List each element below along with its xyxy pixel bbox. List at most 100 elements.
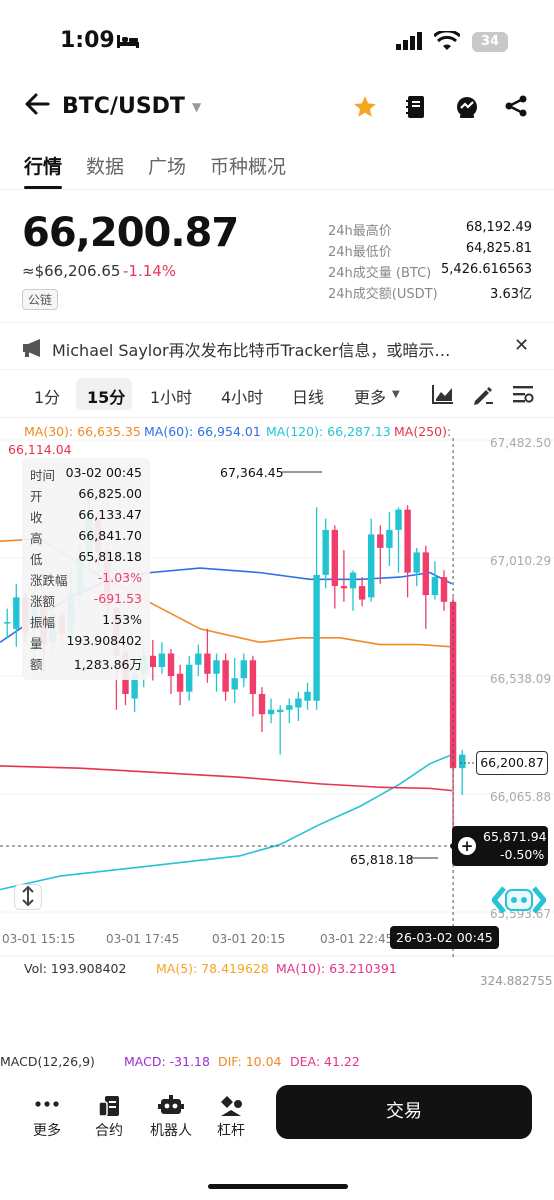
tooltip-key: 涨额	[30, 594, 56, 609]
tooltip-value: 03-02 00:45	[65, 465, 142, 480]
close-icon[interactable]: ✕	[514, 335, 529, 356]
robot-icon	[146, 1094, 196, 1120]
sleep-icon	[116, 30, 140, 54]
candle-body	[295, 698, 302, 708]
notebook-icon[interactable]	[404, 94, 430, 120]
candle-body	[377, 534, 384, 548]
chevron-down-icon[interactable]: ▼	[192, 100, 201, 114]
candle-body	[258, 693, 266, 715]
stat-24h-turnover: 24h成交额(USDT) 3.63亿	[328, 283, 532, 302]
dea-value: DEA: 41.22	[290, 1054, 360, 1069]
more-dots-icon	[22, 1094, 72, 1120]
candle-body	[158, 653, 166, 668]
candle-body	[167, 653, 175, 676]
tooltip-value: 65,818.18	[78, 549, 142, 564]
ma60-legend: MA(60): 66,954.01	[144, 424, 261, 439]
candle-body	[204, 653, 211, 674]
candle-body	[340, 586, 348, 589]
stat-24h-low: 24h最低价 64,825.81	[328, 241, 532, 260]
tooltip-value: -691.53	[93, 591, 142, 606]
timeframe-1h[interactable]: 1小时	[150, 384, 192, 408]
tab-coin-overview[interactable]: 币种概况	[210, 152, 286, 179]
crosshair-time: 26-03-02 00:45	[390, 926, 499, 949]
candle-body	[195, 653, 202, 665]
stat-value: 3.63亿	[490, 287, 532, 302]
indicator-settings-icon[interactable]	[512, 384, 534, 408]
nav-bot[interactable]: 机器人	[146, 1094, 196, 1140]
candle-body	[422, 552, 429, 596]
candle-body	[358, 586, 366, 600]
megaphone-icon	[22, 339, 44, 361]
ai-assistant-icon[interactable]	[490, 884, 548, 920]
star-icon[interactable]	[352, 94, 378, 120]
share-icon[interactable]	[504, 94, 530, 120]
news-ticker[interactable]: Michael Saylor再次发布比特币Tracker信息，或暗示… ✕	[0, 322, 554, 370]
tab-square[interactable]: 广场	[148, 152, 186, 179]
chart-type-icon[interactable]	[432, 384, 454, 408]
tooltip-key: 振幅	[30, 615, 56, 630]
alert-bell-icon[interactable]	[454, 94, 480, 120]
candle-body	[349, 572, 357, 589]
ma120-line	[0, 753, 453, 891]
tooltip-row: 涨跌幅 -1.03%	[30, 570, 142, 589]
wifi-icon	[432, 29, 462, 55]
volume-legend: Vol: 193.908402	[24, 961, 127, 976]
timeframe-1m[interactable]: 1分	[34, 384, 60, 408]
tooltip-key: 高	[30, 531, 43, 546]
chain-badge[interactable]: 公链	[22, 289, 59, 310]
nav-label: 杠杆	[217, 1123, 245, 1139]
drawing-pen-icon[interactable]	[472, 384, 494, 410]
bottom-action-bar: 更多 合约 机器人 杠杆 交易	[0, 1072, 554, 1200]
status-time: 1:09	[60, 28, 115, 53]
candle-body	[413, 552, 420, 573]
candle-body	[368, 534, 375, 598]
candle-body	[231, 678, 238, 690]
trade-button[interactable]: 交易	[276, 1085, 532, 1139]
home-indicator	[208, 1184, 348, 1189]
nav-label: 合约	[95, 1123, 123, 1139]
tooltip-row: 时间 03-02 00:45	[30, 465, 142, 484]
chevron-down-icon[interactable]: ▼	[392, 389, 400, 400]
tooltip-key: 开	[30, 489, 43, 504]
news-text[interactable]: Michael Saylor再次发布比特币Tracker信息，或暗示…	[52, 337, 450, 361]
candle-body	[440, 577, 448, 602]
stat-label: 24h成交额(USDT)	[328, 287, 438, 302]
x-axis-label: 03-01 22:45	[320, 932, 394, 946]
timeframe-more[interactable]: 更多	[354, 384, 386, 408]
nav-more[interactable]: 更多	[22, 1094, 72, 1140]
candle-body	[149, 655, 156, 668]
candle-body	[313, 574, 320, 701]
ma250-line	[0, 765, 453, 792]
expand-vertical-icon[interactable]	[14, 884, 42, 910]
y-axis-label: 66,538.09	[490, 672, 552, 686]
tooltip-value: 66,133.47	[78, 507, 142, 522]
ma250-value: 66,114.04	[8, 442, 72, 457]
timeframe-4h[interactable]: 4小时	[221, 384, 263, 408]
back-arrow-icon[interactable]	[24, 92, 50, 123]
low-marker: 65,818.18	[350, 852, 414, 867]
nav-margin[interactable]: 杠杆	[206, 1094, 256, 1140]
candle-body	[249, 660, 257, 694]
tooltip-key: 涨跌幅	[30, 573, 68, 588]
pair-title[interactable]: BTC/USDT	[62, 94, 185, 119]
last-price: 66,200.87	[22, 210, 239, 256]
timeframe-1d[interactable]: 日线	[292, 384, 324, 408]
tooltip-row: 高 66,841.70	[30, 528, 142, 547]
timeframe-15m[interactable]: 15分	[87, 384, 125, 408]
macd-value: MACD: -31.18	[124, 1054, 210, 1069]
battery-icon: 34	[472, 32, 508, 52]
price-change: -1.14%	[123, 262, 177, 280]
cursor-percent: -0.50%	[500, 847, 545, 862]
tooltip-value: -1.03%	[97, 570, 142, 585]
nav-futures[interactable]: 合约	[84, 1094, 134, 1140]
add-alert-icon[interactable]: +	[458, 837, 476, 855]
stat-24h-volume: 24h成交量 (BTC) 5,426.616563	[328, 262, 532, 281]
candle-body	[404, 509, 411, 573]
stat-label: 24h成交量 (BTC)	[328, 266, 432, 281]
cursor-price-box[interactable]: + 65,871.94 -0.50%	[452, 826, 548, 866]
tooltip-key: 额	[30, 657, 43, 672]
x-axis-label: 03-01 15:15	[2, 932, 76, 946]
tab-data[interactable]: 数据	[86, 152, 124, 179]
tab-market[interactable]: 行情	[24, 152, 62, 179]
status-bar: 1:09 34	[0, 0, 554, 80]
